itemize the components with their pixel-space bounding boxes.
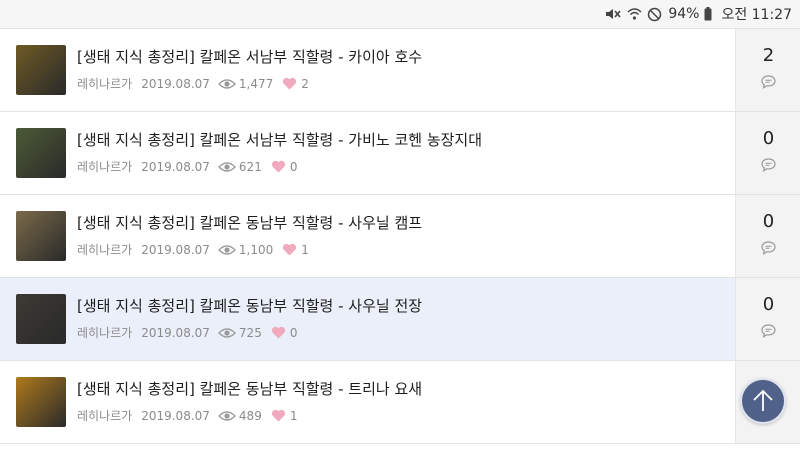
- comment-column[interactable]: 0: [735, 112, 800, 194]
- post-thumbnail[interactable]: [16, 211, 66, 261]
- like-count: 1: [282, 243, 309, 257]
- post-row[interactable]: [생태 지식 총정리] 칼페온 동남부 직할령 - 사우닐 전장 레히나르가 2…: [0, 278, 800, 361]
- comment-column[interactable]: 0: [735, 195, 800, 277]
- post-meta: 레히나르가 2019.08.07 621 0: [77, 158, 297, 175]
- post-date: 2019.08.07: [141, 159, 210, 174]
- eye-icon: [218, 327, 236, 338]
- post-date: 2019.08.07: [141, 408, 210, 423]
- comment-column[interactable]: 2: [735, 29, 800, 111]
- heart-icon: [271, 326, 285, 339]
- like-count: 0: [271, 325, 298, 340]
- like-count: 2: [282, 77, 309, 91]
- post-author[interactable]: 레히나르가: [77, 407, 132, 424]
- view-count-value: 1,477: [238, 76, 274, 91]
- wifi-icon: [627, 7, 642, 21]
- comment-count: 2: [762, 45, 775, 66]
- mute-icon: [605, 7, 622, 21]
- heart-icon: [283, 77, 297, 90]
- post-author[interactable]: 레히나르가: [77, 324, 132, 341]
- view-count: 1,477: [218, 77, 273, 91]
- do-not-disturb-icon: [647, 7, 662, 22]
- eye-icon: [218, 244, 236, 255]
- like-count-value: 2: [301, 76, 309, 91]
- post-date: 2019.08.07: [141, 325, 210, 340]
- post-title[interactable]: [생태 지식 총정리] 칼페온 동남부 직할령 - 사우닐 전장: [77, 295, 422, 316]
- post-author[interactable]: 레히나르가: [77, 241, 132, 258]
- status-bar: 94% 오전 11:27: [0, 0, 800, 29]
- post-title[interactable]: [생태 지식 총정리] 칼페온 서남부 직할령 - 가비노 코헨 농장지대: [77, 129, 482, 150]
- clock: 오전 11:27: [721, 7, 792, 23]
- post-title[interactable]: [생태 지식 총정리] 칼페온 동남부 직할령 - 트리나 요새: [77, 378, 422, 399]
- comment-count: 0: [762, 128, 775, 149]
- comment-icon: [761, 75, 776, 89]
- view-count: 489: [218, 409, 262, 423]
- battery-icon: [704, 7, 712, 21]
- post-date: 2019.08.07: [141, 242, 210, 257]
- post-row[interactable]: [생태 지식 총정리] 칼페온 동남부 직할령 - 트리나 요새 레히나르가 2…: [0, 361, 800, 444]
- view-count: 725: [218, 326, 262, 340]
- view-count-value: 725: [238, 325, 262, 340]
- comment-column[interactable]: 0: [735, 278, 800, 360]
- view-count-value: 621: [238, 159, 262, 174]
- post-title[interactable]: [생태 지식 총정리] 칼페온 동남부 직할령 - 사우닐 캠프: [77, 212, 422, 233]
- heart-icon: [271, 160, 285, 173]
- arrow-up-icon: [753, 389, 773, 411]
- post-author[interactable]: 레히나르가: [77, 158, 132, 175]
- like-count-value: 1: [289, 408, 298, 423]
- heart-icon: [271, 409, 285, 422]
- post-row[interactable]: [생태 지식 총정리] 칼페온 서남부 직할령 - 가비노 코헨 농장지대 레히…: [0, 112, 800, 195]
- post-thumbnail[interactable]: [16, 377, 66, 427]
- post-meta: 레히나르가 2019.08.07 489 1: [77, 407, 297, 424]
- comment-count: 0: [762, 211, 775, 232]
- like-count: 0: [271, 159, 298, 174]
- post-meta: 레히나르가 2019.08.07 1,477 2: [77, 75, 309, 92]
- post-list: [생태 지식 총정리] 칼페온 서남부 직할령 - 카이아 호수 레히나르가 2…: [0, 29, 800, 444]
- eye-icon: [218, 161, 236, 172]
- post-meta: 레히나르가 2019.08.07 725 0: [77, 324, 297, 341]
- eye-icon: [218, 410, 236, 421]
- view-count: 1,100: [218, 243, 273, 257]
- like-count: 1: [271, 408, 298, 423]
- post-thumbnail[interactable]: [16, 45, 66, 95]
- comment-icon: [761, 241, 776, 255]
- post-thumbnail[interactable]: [16, 294, 66, 344]
- view-count-value: 489: [238, 408, 262, 423]
- scroll-to-top-button[interactable]: [740, 378, 786, 424]
- comment-icon: [761, 158, 776, 172]
- comment-icon: [761, 324, 776, 338]
- battery-percent: 94%: [668, 6, 700, 22]
- post-author[interactable]: 레히나르가: [77, 75, 132, 92]
- comment-count: 0: [762, 294, 775, 315]
- like-count-value: 1: [301, 242, 309, 257]
- post-row[interactable]: [생태 지식 총정리] 칼페온 동남부 직할령 - 사우닐 캠프 레히나르가 2…: [0, 195, 800, 278]
- post-thumbnail[interactable]: [16, 128, 66, 178]
- view-count-value: 1,100: [238, 242, 274, 257]
- like-count-value: 0: [289, 325, 298, 340]
- post-meta: 레히나르가 2019.08.07 1,100 1: [77, 241, 309, 258]
- view-count: 621: [218, 160, 262, 174]
- post-row[interactable]: [생태 지식 총정리] 칼페온 서남부 직할령 - 카이아 호수 레히나르가 2…: [0, 29, 800, 112]
- post-date: 2019.08.07: [141, 76, 210, 91]
- eye-icon: [218, 78, 236, 89]
- post-title[interactable]: [생태 지식 총정리] 칼페온 서남부 직할령 - 카이아 호수: [77, 46, 422, 67]
- like-count-value: 0: [289, 159, 298, 174]
- heart-icon: [283, 243, 297, 256]
